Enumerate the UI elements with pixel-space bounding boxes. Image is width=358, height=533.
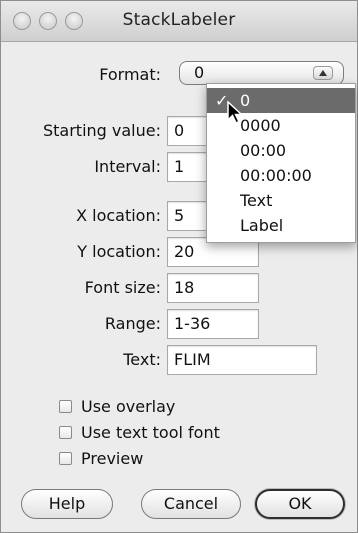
font-size-label: Font size: [84,278,161,297]
text-label: Text: [123,350,161,369]
popup-arrows-icon [313,66,333,80]
format-option-00-00[interactable]: 00:00 [207,138,355,163]
use-overlay-label: Use overlay [81,397,176,416]
format-label: Format: [99,65,161,84]
format-option-label-item[interactable]: Label [207,213,355,238]
help-button[interactable]: Help [21,489,113,519]
cancel-button[interactable]: Cancel [141,489,241,519]
mouse-pointer-icon [227,101,244,125]
text-field[interactable]: FLIM [167,345,317,375]
y-location-label: Y location: [77,242,161,261]
ok-button[interactable]: OK [255,489,345,519]
use-overlay-checkbox[interactable] [59,400,72,413]
format-option-text[interactable]: Text [207,188,355,213]
starting-value-label: Starting value: [42,121,161,140]
title-bar[interactable]: StackLabeler [1,1,357,42]
use-text-tool-font-checkbox[interactable] [59,426,72,439]
window-title: StackLabeler [122,10,236,30]
font-size-field[interactable]: 18 [167,273,259,303]
preview-checkbox[interactable] [59,452,72,465]
use-text-tool-font-label: Use text tool font [81,423,220,442]
interval-label: Interval: [94,157,161,176]
format-option-00-00-00[interactable]: 00:00:00 [207,163,355,188]
preview-label: Preview [81,449,144,468]
format-popup[interactable]: 0 [179,61,344,85]
stacklabeler-dialog: StackLabeler Format: 0 Starting value: 0… [0,0,358,533]
format-popup-value: 0 [194,63,205,82]
x-location-label: X location: [76,206,161,225]
range-field[interactable]: 1-36 [167,309,259,339]
range-label: Range: [104,314,161,333]
